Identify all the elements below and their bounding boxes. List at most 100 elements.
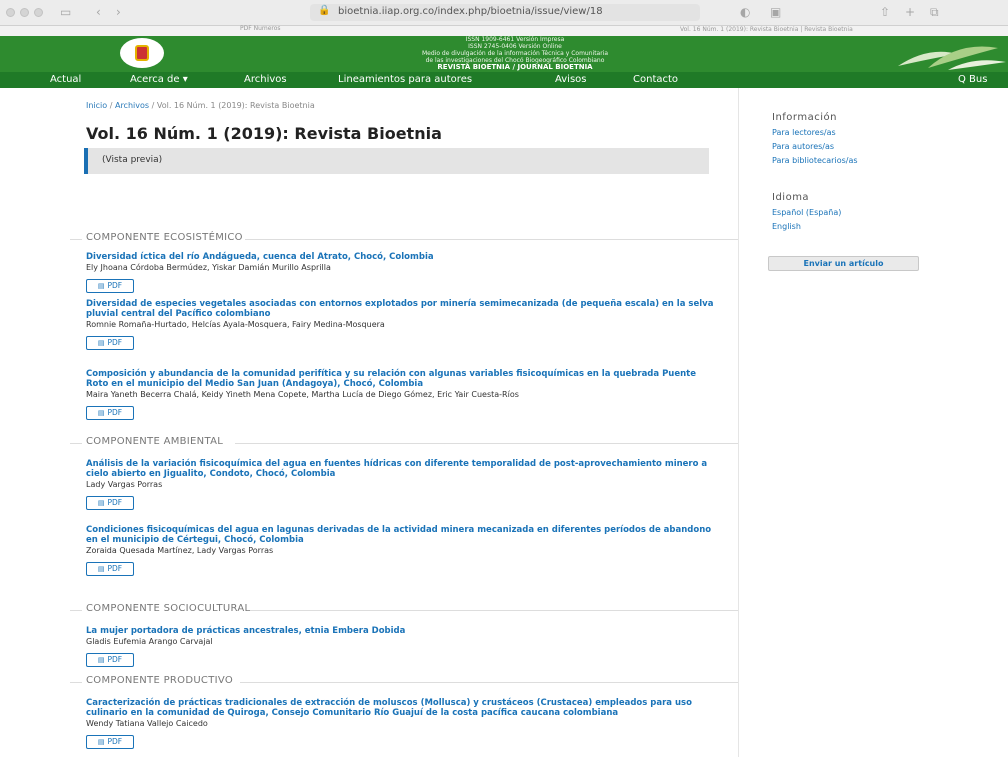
pdf-button[interactable]: ▤ PDF [86,336,134,350]
article-title-link[interactable]: Diversidad íctica del río Andágueda, cue… [86,252,716,262]
search-link[interactable]: Q Bus [958,74,987,86]
header-title: REVISTA BIOETNIA / JOURNAL BIOETNIA [437,63,593,71]
nav-archivos[interactable]: Archivos [244,74,287,86]
article-title-link[interactable]: Composición y abundancia de la comunidad… [86,369,716,389]
forward-icon[interactable]: › [116,5,121,19]
language-option-espanol[interactable]: Español (España) [772,208,841,217]
pdf-button[interactable]: ▤ PDF [86,653,134,667]
sidebar-link-autores[interactable]: Para autores/as [772,142,834,151]
pdf-label: PDF [107,564,123,573]
pdf-button[interactable]: ▤ PDF [86,496,134,510]
article-title-link[interactable]: Análisis de la variación fisicoquímica d… [86,459,716,479]
section-label: COMPONENTE SOCIOCULTURAL [86,603,257,614]
nav-avisos[interactable]: Avisos [555,74,587,86]
breadcrumb-archives[interactable]: Archivos [115,101,149,110]
browser-toolbar: ▭ ‹ › 🔒 bioetnia.iiap.org.co/index.php/b… [0,0,1008,26]
tab-current[interactable]: Vol. 16 Núm. 1 (2019): Revista Bioetnia … [680,26,853,33]
sidebar-info-title: Información [772,112,837,123]
header-line: ISSN 2745-0406 Versión Online [468,43,562,50]
pdf-label: PDF [107,737,123,746]
sidebar-icon[interactable]: ▭ [60,5,71,19]
main-nav: Actual Acerca de ▾ Archivos Lineamientos… [0,72,1008,88]
section-rule [250,610,738,611]
document-icon: ▤ [97,339,105,347]
article-item: Condiciones fisicoquímicas del agua en l… [86,525,716,576]
sidebar-link-bibliotecarios[interactable]: Para bibliotecarios/as [772,156,858,165]
pdf-button[interactable]: ▤ PDF [86,562,134,576]
journal-logo[interactable] [120,38,164,68]
section-rule [240,682,738,683]
tab-strip: PDF Numeros Vol. 16 Núm. 1 (2019): Revis… [0,25,1008,36]
article-title-link[interactable]: Caracterización de prácticas tradicional… [86,698,716,718]
article-authors: Ely Jhoana Córdoba Bermúdez, Yiskar Dami… [86,263,331,272]
address-bar[interactable]: 🔒 bioetnia.iiap.org.co/index.php/bioetni… [310,4,700,21]
lock-icon: 🔒 [318,5,331,16]
nav-acerca-de[interactable]: Acerca de ▾ [130,74,188,86]
article-item: Composición y abundancia de la comunidad… [86,369,716,420]
section-rule [70,682,82,683]
pdf-label: PDF [107,281,123,290]
breadcrumb: Inicio / Archivos / Vol. 16 Núm. 1 (2019… [86,101,315,110]
document-icon: ▤ [97,738,105,746]
section-rule [70,443,82,444]
nav-contacto[interactable]: Contacto [633,74,678,86]
article-item: Análisis de la variación fisicoquímica d… [86,459,716,510]
reader-icon[interactable]: ▣ [770,5,781,19]
article-item: La mujer portadora de prácticas ancestra… [86,626,716,667]
page-title: Vol. 16 Núm. 1 (2019): Revista Bioetnia [86,124,442,143]
breadcrumb-home[interactable]: Inicio [86,101,107,110]
section-rule [235,443,738,444]
section-label: COMPONENTE AMBIENTAL [86,436,230,447]
tabs-overview-icon[interactable]: ⧉ [930,5,939,19]
document-icon: ▤ [97,656,105,664]
close-window-dot[interactable] [6,8,15,17]
sidebar-language-title: Idioma [772,192,810,203]
sidebar-link-lectores[interactable]: Para lectores/as [772,128,836,137]
pdf-label: PDF [107,655,123,664]
header-line: ISSN 1909-6461 Versión Impresa [465,36,565,43]
document-icon: ▤ [97,282,105,290]
article-title-link[interactable]: Diversidad de especies vegetales asociad… [86,299,716,319]
sidebar: Información Para lectores/as Para autore… [740,88,1008,757]
share-icon[interactable]: ⇧ [880,5,890,19]
back-icon[interactable]: ‹ [96,5,101,19]
article-item: Diversidad íctica del río Andágueda, cue… [86,252,716,293]
pdf-button[interactable]: ▤ PDF [86,279,134,293]
new-tab-icon[interactable]: + [905,5,915,19]
article-authors: Zoraida Quesada Martínez, Lady Vargas Po… [86,546,274,555]
preview-text: (Vista previa) [102,155,163,165]
breadcrumb-separator: / [109,101,113,110]
language-option-english[interactable]: English [772,222,801,231]
pdf-button[interactable]: ▤ PDF [86,406,134,420]
section-label: COMPONENTE ECOSISTÉMICO [86,232,249,243]
extension-icon[interactable]: ◐ [740,5,750,19]
maximize-window-dot[interactable] [34,8,43,17]
document-icon: ▤ [97,409,105,417]
document-icon: ▤ [97,565,105,573]
leaves-decoration-icon [898,46,1006,70]
article-title-link[interactable]: Condiciones fisicoquímicas del agua en l… [86,525,716,545]
article-item: Caracterización de prácticas tradicional… [86,698,716,749]
section-rule [70,239,82,240]
pdf-label: PDF [107,408,123,417]
minimize-window-dot[interactable] [20,8,29,17]
article-authors: Wendy Tatiana Vallejo Caicedo [86,719,208,728]
nav-actual[interactable]: Actual [50,74,81,86]
pdf-button[interactable]: ▤ PDF [86,735,134,749]
preview-notice: (Vista previa) [84,148,709,174]
url-text: bioetnia.iiap.org.co/index.php/bioetnia/… [338,6,603,17]
site-header: ISSN 1909-6461 Versión Impresa ISSN 2745… [0,36,1008,72]
article-item: Diversidad de especies vegetales asociad… [86,299,716,350]
article-authors: Maira Yaneth Becerra Chalá, Keidy Yineth… [86,390,519,399]
logo-emblem-icon [135,45,149,61]
breadcrumb-separator: / [151,101,155,110]
nav-lineamientos[interactable]: Lineamientos para autores [338,74,472,86]
document-icon: ▤ [97,499,105,507]
section-heading: COMPONENTE SOCIOCULTURAL [70,603,738,617]
submit-article-button[interactable]: Enviar un artículo [768,256,919,271]
tab-pdf-numeros[interactable]: PDF Numeros [240,25,281,32]
article-title-link[interactable]: La mujer portadora de prácticas ancestra… [86,626,716,636]
section-rule [245,239,738,240]
breadcrumb-current: Vol. 16 Núm. 1 (2019): Revista Bioetnia [156,101,315,110]
column-divider [738,88,739,757]
